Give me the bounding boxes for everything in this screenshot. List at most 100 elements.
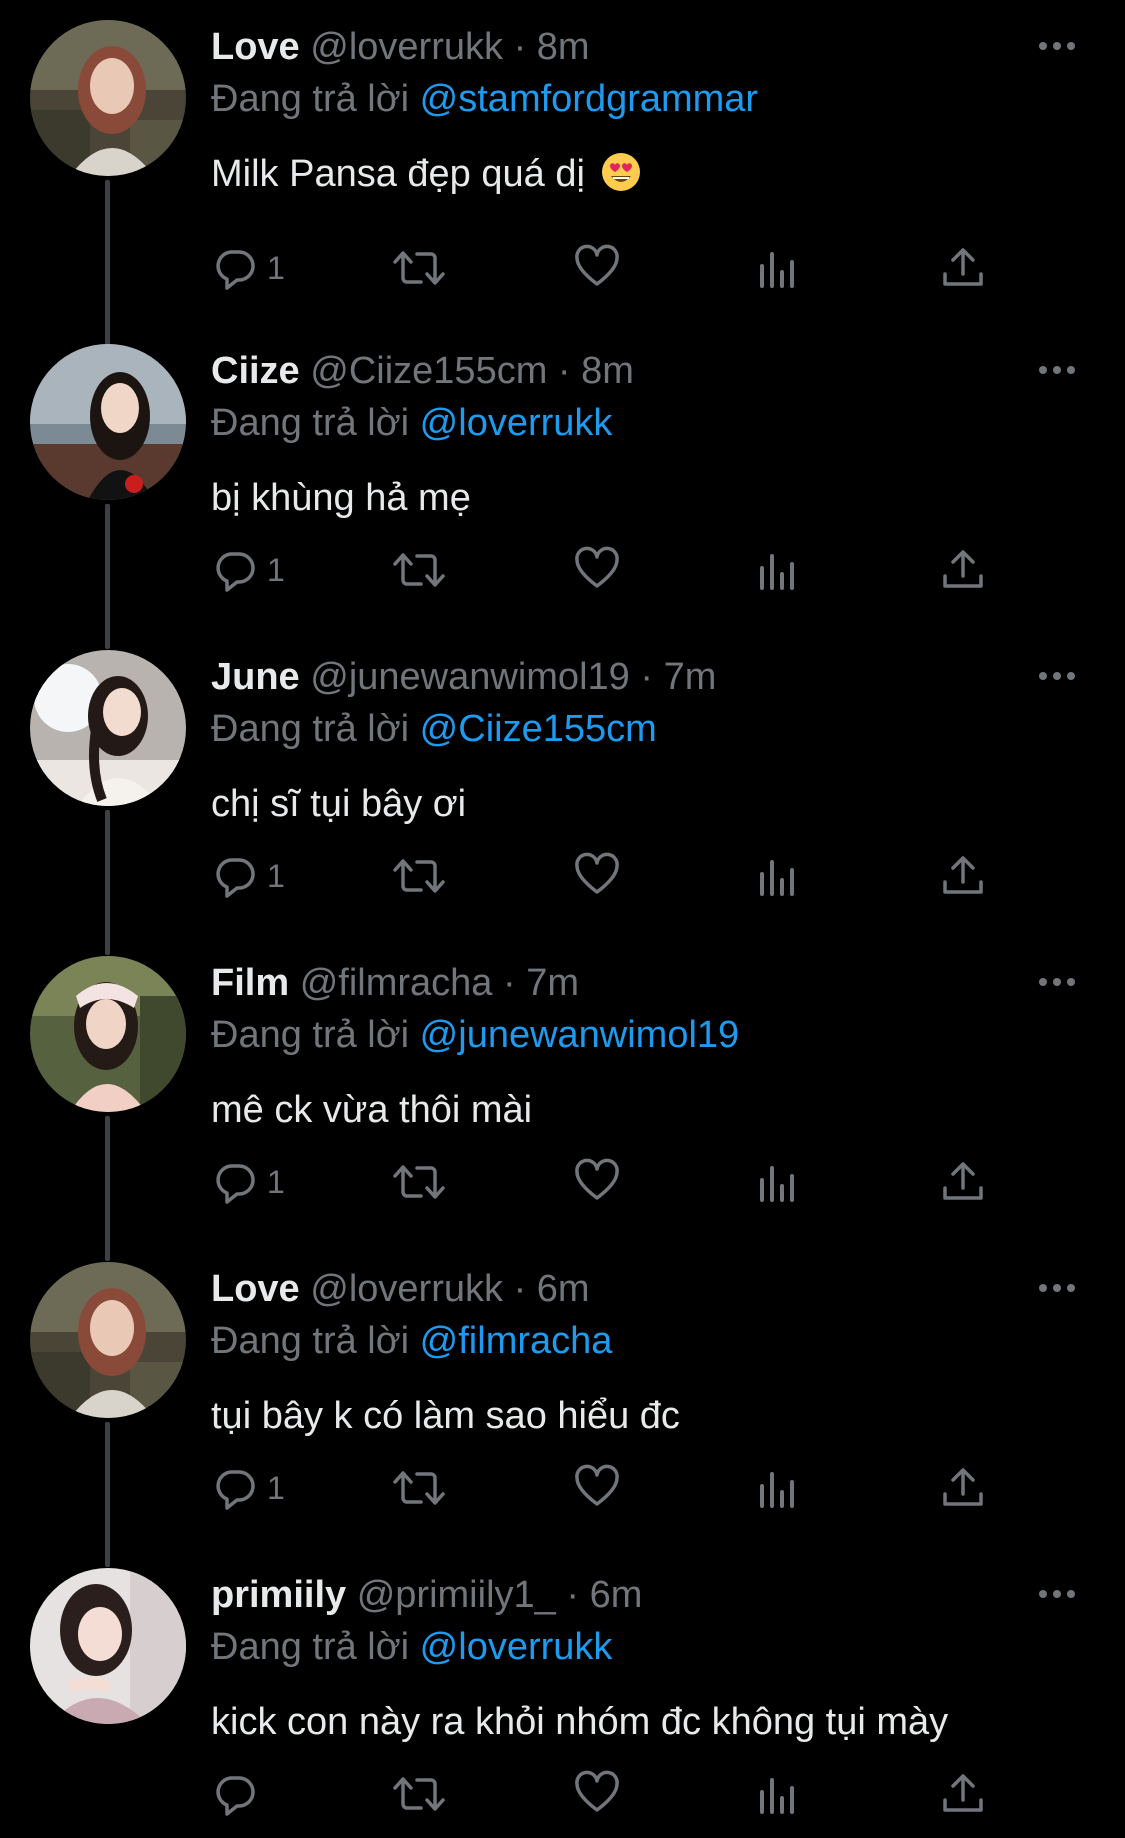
views-button[interactable]	[756, 848, 800, 904]
separator-dot: ·	[502, 962, 516, 1004]
views-button[interactable]	[756, 1460, 800, 1516]
retweet-button[interactable]	[391, 1154, 447, 1210]
heart-icon	[575, 852, 619, 894]
like-button[interactable]	[573, 240, 621, 296]
avatar[interactable]	[30, 20, 186, 176]
reply-mention[interactable]: @Ciize155cm	[420, 708, 657, 750]
share-button[interactable]	[939, 1154, 987, 1210]
tweet-text-content: tụi bây k có làm sao hiểu đc	[211, 1395, 680, 1437]
tweet[interactable]: Love @loverrukk · 6m Đang trả lời @filmr…	[0, 1242, 1125, 1567]
share-button[interactable]	[939, 542, 987, 598]
heart-icon	[575, 1770, 619, 1812]
thread-line	[105, 180, 110, 346]
more-icon[interactable]	[1033, 964, 1081, 1000]
avatar[interactable]	[30, 344, 186, 500]
retweet-button[interactable]	[391, 542, 447, 598]
more-icon[interactable]	[1033, 1576, 1081, 1612]
timestamp[interactable]: 6m	[590, 1574, 643, 1616]
user-handle[interactable]: @primiily1_	[357, 1574, 556, 1616]
timestamp[interactable]: 7m	[664, 656, 717, 698]
reply-button[interactable]	[211, 1766, 267, 1822]
reply-button[interactable]: 1	[211, 542, 285, 598]
reply-count: 1	[267, 1164, 285, 1200]
user-handle[interactable]: @loverrukk	[310, 1268, 503, 1310]
reply-button[interactable]: 1	[211, 1154, 285, 1210]
share-icon	[943, 856, 983, 894]
avatar[interactable]	[30, 956, 186, 1112]
reply-button[interactable]: 1	[211, 848, 285, 904]
tweet-header: Film @filmracha · 7m	[211, 958, 579, 1008]
like-button[interactable]	[573, 1460, 621, 1516]
avatar[interactable]	[30, 1262, 186, 1418]
display-name[interactable]: Love	[211, 26, 300, 68]
views-button[interactable]	[756, 240, 800, 296]
thread-line	[105, 1422, 110, 1567]
tweet-text: bị khùng hả mẹ	[211, 470, 471, 526]
timestamp[interactable]: 7m	[526, 962, 579, 1004]
views-icon	[760, 1166, 794, 1202]
display-name[interactable]: Ciize	[211, 350, 300, 392]
tweet-actions: 1	[211, 848, 1011, 904]
tweet-text: tụi bây k có làm sao hiểu đc	[211, 1388, 680, 1444]
tweet[interactable]: Ciize @Ciize155cm · 8m Đang trả lời @lov…	[0, 324, 1125, 649]
avatar[interactable]	[30, 650, 186, 806]
tweet-text-content: kick con này ra khỏi nhóm đc không tụi m…	[211, 1701, 949, 1743]
tweet[interactable]: primiily @primiily1_ · 6m Đang trả lời @…	[0, 1548, 1125, 1838]
reply-mention[interactable]: @filmracha	[420, 1320, 613, 1362]
share-button[interactable]	[939, 848, 987, 904]
share-button[interactable]	[939, 1766, 987, 1822]
reply-icon	[216, 858, 255, 898]
reply-icon	[216, 1776, 255, 1816]
display-name[interactable]: primiily	[211, 1574, 346, 1616]
user-handle[interactable]: @loverrukk	[310, 26, 503, 68]
reply-mention[interactable]: @loverrukk	[420, 1626, 613, 1668]
display-name[interactable]: Film	[211, 962, 289, 1004]
like-button[interactable]	[573, 1154, 621, 1210]
user-handle[interactable]: @junewanwimol19	[310, 656, 630, 698]
reply-icon	[216, 1164, 255, 1204]
tweet[interactable]: Love @loverrukk · 8m Đang trả lời @stamf…	[0, 0, 1125, 346]
reply-mention[interactable]: @junewanwimol19	[420, 1014, 740, 1056]
share-button[interactable]	[939, 1460, 987, 1516]
retweet-icon	[393, 1471, 445, 1505]
retweet-button[interactable]	[391, 240, 447, 296]
reply-button[interactable]: 1	[211, 1460, 285, 1516]
heart-eyes-emoji	[602, 153, 641, 191]
display-name[interactable]: June	[211, 656, 300, 698]
tweet[interactable]: Film @filmracha · 7m Đang trả lời @junew…	[0, 936, 1125, 1261]
like-button[interactable]	[573, 542, 621, 598]
avatar[interactable]	[30, 1568, 186, 1724]
tweet[interactable]: June @junewanwimol19 · 7m Đang trả lời @…	[0, 630, 1125, 955]
share-button[interactable]	[939, 240, 987, 296]
reply-icon	[216, 1470, 255, 1510]
heart-icon	[575, 1464, 619, 1506]
views-button[interactable]	[756, 542, 800, 598]
views-button[interactable]	[756, 1766, 800, 1822]
share-icon	[943, 1774, 983, 1812]
tweet-header: primiily @primiily1_ · 6m	[211, 1570, 642, 1620]
more-icon[interactable]	[1033, 1270, 1081, 1306]
timestamp[interactable]: 8m	[537, 26, 590, 68]
reply-icon	[216, 250, 255, 290]
reply-button[interactable]: 1	[211, 240, 285, 296]
more-icon[interactable]	[1033, 28, 1081, 64]
views-button[interactable]	[756, 1154, 800, 1210]
retweet-button[interactable]	[391, 1460, 447, 1516]
retweet-button[interactable]	[391, 1766, 447, 1822]
reply-mention[interactable]: @loverrukk	[420, 402, 613, 444]
more-icon[interactable]	[1033, 658, 1081, 694]
like-button[interactable]	[573, 848, 621, 904]
more-icon[interactable]	[1033, 352, 1081, 388]
views-icon	[760, 1472, 794, 1508]
retweet-button[interactable]	[391, 848, 447, 904]
user-handle[interactable]: @Ciize155cm	[310, 350, 547, 392]
reply-mention[interactable]: @stamfordgrammar	[420, 78, 758, 120]
like-button[interactable]	[573, 1766, 621, 1822]
timestamp[interactable]: 6m	[537, 1268, 590, 1310]
tweet-text: mê ck vừa thôi mài	[211, 1082, 532, 1138]
timestamp[interactable]: 8m	[581, 350, 634, 392]
views-icon	[760, 1778, 794, 1814]
tweet-text: kick con này ra khỏi nhóm đc không tụi m…	[211, 1694, 948, 1750]
display-name[interactable]: Love	[211, 1268, 300, 1310]
user-handle[interactable]: @filmracha	[300, 962, 493, 1004]
